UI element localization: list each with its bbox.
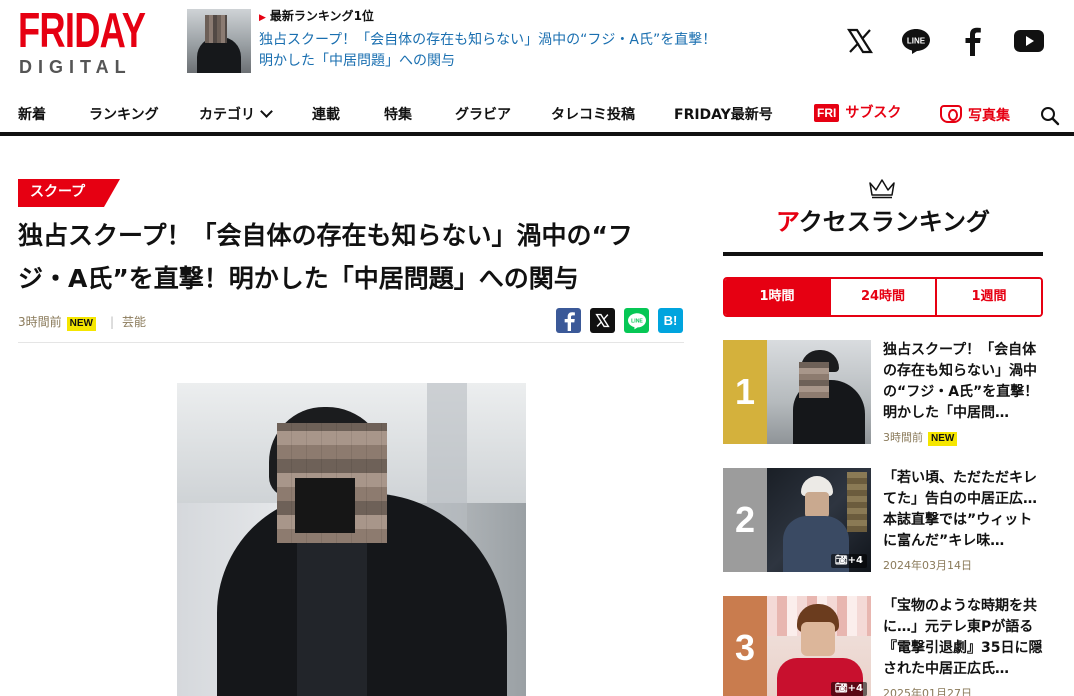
ranking-title-accent: ア xyxy=(775,208,799,236)
hero-coat-front xyxy=(297,543,367,696)
friday-digital-logo[interactable]: FRIDAY DIGITAL xyxy=(18,6,148,76)
top-ranking-thumbnail[interactable] xyxy=(187,9,251,73)
meta-separator: | xyxy=(109,315,115,329)
nav-photobook[interactable]: 写真集 xyxy=(940,102,1010,125)
ranking-item-title: 「若い頃、ただただキレてた」告白の中居正広…本誌直撃では”ウィットに富んだ”キレ… xyxy=(883,470,1037,549)
thumb-mosaic xyxy=(205,15,227,43)
genre-link[interactable]: 芸能 xyxy=(122,315,146,329)
new-badge: NEW xyxy=(928,432,958,446)
svg-text:LINE: LINE xyxy=(907,37,926,46)
ranking-item-date: 3時間前 NEW xyxy=(883,431,963,446)
category-tag-label: スクープ xyxy=(30,184,86,200)
nav-category-label: カテゴリ xyxy=(199,107,255,123)
nav-photobook-label: 写真集 xyxy=(968,108,1010,124)
youtube-icon[interactable] xyxy=(1014,26,1044,56)
tab-24hours[interactable]: 24時間 xyxy=(829,279,935,315)
ranking-item-date: 2024年03月14日 xyxy=(883,559,972,572)
nav-subscribe[interactable]: FRI サブスク xyxy=(814,104,901,122)
crown-icon xyxy=(868,177,896,199)
nav-tip-submission[interactable]: タレコミ投稿 xyxy=(551,106,635,124)
nav-latest-issue[interactable]: FRIDAY最新号 xyxy=(674,106,773,124)
camera-icon: 📷︎ xyxy=(834,683,848,694)
share-hatena-icon[interactable]: B! xyxy=(658,308,683,333)
article-time: 3時間前 xyxy=(18,315,62,329)
nav-gravure[interactable]: グラビア xyxy=(455,106,511,124)
share-facebook-icon[interactable] xyxy=(556,308,581,333)
ranking-item-date: 2025年01月27日 xyxy=(883,687,972,696)
photo-count-badge: 📷︎+4 xyxy=(830,554,867,568)
top-ranking-title-link[interactable]: 独占スクープ！「会自体の存在も知らない」渦中の“フジ・A氏”を直撃！明かした「中… xyxy=(259,30,719,72)
nav-series[interactable]: 連載 xyxy=(312,106,340,124)
fri-logo-icon: FRI xyxy=(814,104,840,122)
logo-friday: FRIDAY xyxy=(18,4,146,58)
category-tag[interactable]: スクープ xyxy=(18,179,120,207)
ranking-thumbnail: 📷︎+4 xyxy=(767,468,871,572)
ranking-thumbnail: 📷︎+4 xyxy=(767,596,871,696)
article-title: 独占スクープ！「会自体の存在も知らない」渦中の“フジ・A氏”を直撃！明かした「中… xyxy=(18,221,633,293)
ranking-item-date-text: 3時間前 xyxy=(883,431,923,444)
chevron-down-icon xyxy=(260,105,273,118)
photo-count-badge: 📷︎+4 xyxy=(830,682,867,696)
new-badge: NEW xyxy=(66,317,96,331)
photo-count: +4 xyxy=(847,555,863,566)
tab-1week[interactable]: 1週間 xyxy=(935,279,1041,315)
access-ranking-title: アクセスランキング xyxy=(723,204,1043,240)
article-hero-image[interactable] xyxy=(177,383,526,696)
rank-number: 1 xyxy=(723,340,767,444)
meta-divider xyxy=(18,342,684,343)
article-meta: 3時間前 NEW | 芸能 xyxy=(18,314,146,331)
triangle-icon: ▶ xyxy=(259,13,266,23)
nav-category[interactable]: カテゴリ xyxy=(199,105,273,124)
ranking-tabs: 1時間 24時間 1週間 xyxy=(723,277,1043,317)
photobook-icon xyxy=(940,105,962,123)
ranking-thumbnail xyxy=(767,340,871,444)
share-x-icon[interactable] xyxy=(590,308,615,333)
search-icon[interactable] xyxy=(1040,106,1060,126)
x-icon[interactable] xyxy=(845,26,875,56)
tab-1hour[interactable]: 1時間 xyxy=(725,279,829,315)
rank-number: 3 xyxy=(723,596,767,696)
nav-ranking[interactable]: ランキング xyxy=(89,106,159,124)
share-line-icon[interactable]: LINE xyxy=(624,308,649,333)
ranking-item-title: 独占スクープ！「会自体の存在も知らない」渦中の“フジ・A氏”を直撃！明かした「中… xyxy=(883,342,1039,421)
nav-feature[interactable]: 特集 xyxy=(384,106,412,124)
ranking-item-title: 「宝物のような時期を共に…」元テレ東Pが語る『電撃引退劇』35日に隠された中居正… xyxy=(883,598,1043,677)
facebook-icon[interactable] xyxy=(957,26,987,56)
ranking-item[interactable]: 2 📷︎+4 「若い頃、ただただキレてた」告白の中居正広…本誌直撃では”ウィット… xyxy=(723,468,1043,572)
top-ranking-label-text: 最新ランキング1位 xyxy=(269,9,374,23)
ranking-title-rest: クセスランキング xyxy=(798,208,991,236)
site-header: FRIDAY DIGITAL ▶ 最新ランキング1位 独占スクープ！「会自体の存在… xyxy=(0,0,1074,96)
logo-digital: DIGITAL xyxy=(19,57,132,77)
camera-icon: 📷︎ xyxy=(834,555,848,566)
hero-mask xyxy=(295,478,355,533)
ranking-item[interactable]: 1 独占スクープ！「会自体の存在も知らない」渦中の“フジ・A氏”を直撃！明かした… xyxy=(723,340,1043,446)
ranking-item[interactable]: 3 📷︎+4 「宝物のような時期を共に…」元テレ東Pが語る『電撃引退劇』35日に… xyxy=(723,596,1043,696)
svg-text:LINE: LINE xyxy=(631,318,643,324)
top-ranking-label: ▶ 最新ランキング1位 xyxy=(259,9,374,25)
nav-subscribe-label: サブスク xyxy=(845,105,902,121)
nav-new[interactable]: 新着 xyxy=(18,106,46,124)
line-icon[interactable]: LINE xyxy=(901,26,931,56)
photo-count: +4 xyxy=(847,683,863,694)
rank-number: 2 xyxy=(723,468,767,572)
ranking-title-rule xyxy=(723,252,1043,256)
global-nav: 新着 ランキング カテゴリ 連載 特集 グラビア タレコミ投稿 FRIDAY最新… xyxy=(0,96,1074,136)
